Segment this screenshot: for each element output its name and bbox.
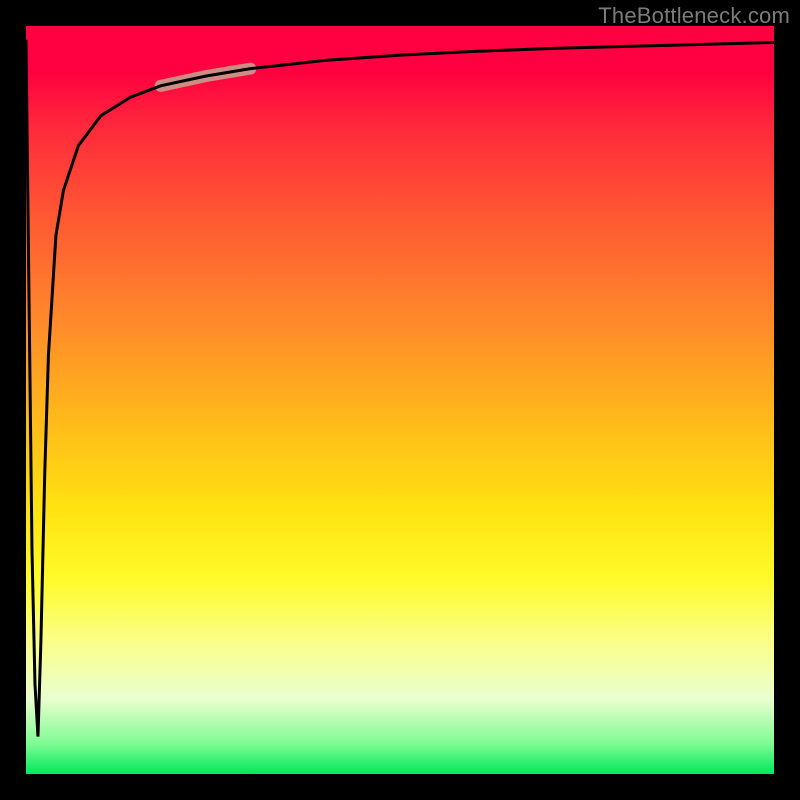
curve-layer: [26, 26, 774, 774]
chart-frame: TheBottleneck.com: [0, 0, 800, 800]
watermark-text: TheBottleneck.com: [598, 3, 790, 29]
bottleneck-curve: [26, 41, 774, 737]
